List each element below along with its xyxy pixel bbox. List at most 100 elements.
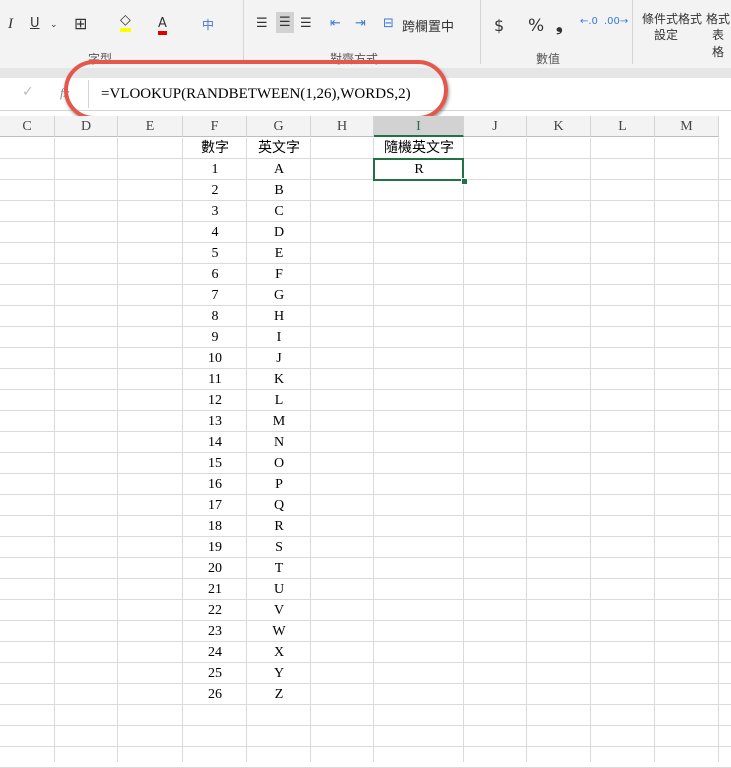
letter-cell[interactable]: S <box>247 537 311 558</box>
letter-cell[interactable]: L <box>247 390 311 411</box>
number-cell[interactable]: 16 <box>183 474 247 495</box>
align-center-icon[interactable]: ☰ <box>276 12 294 33</box>
letter-cell[interactable]: D <box>247 222 311 243</box>
letter-cell[interactable]: Y <box>247 663 311 684</box>
grid-line <box>0 662 731 663</box>
letter-cell[interactable]: V <box>247 600 311 621</box>
phonetic-icon[interactable]: 中 <box>202 16 214 33</box>
letter-cell[interactable]: R <box>247 516 311 537</box>
letter-cell[interactable]: O <box>247 453 311 474</box>
increase-indent-icon[interactable]: ⇥ <box>355 16 366 31</box>
confirm-icon[interactable]: ✓ <box>22 84 34 100</box>
number-cell[interactable]: 9 <box>183 327 247 348</box>
number-cell[interactable]: 8 <box>183 306 247 327</box>
letter-cell[interactable]: Z <box>247 684 311 705</box>
currency-button[interactable]: $ <box>494 16 504 35</box>
number-cell[interactable]: 26 <box>183 684 247 705</box>
letter-cell[interactable]: Q <box>247 495 311 516</box>
merge-icon[interactable]: ⊟ <box>383 16 394 31</box>
number-cell[interactable]: 11 <box>183 369 247 390</box>
number-cell[interactable]: 14 <box>183 432 247 453</box>
decrease-decimal-icon[interactable]: .00→ <box>604 16 628 27</box>
number-cell[interactable]: 21 <box>183 579 247 600</box>
letter-cell[interactable]: F <box>247 264 311 285</box>
underline-button[interactable]: U <box>30 16 40 31</box>
decrease-indent-icon[interactable]: ⇤ <box>330 16 341 31</box>
header-random-letter[interactable]: 隨機英文字 <box>374 138 464 159</box>
fill-color-icon[interactable]: ◇ <box>120 12 131 32</box>
increase-decimal-icon[interactable]: ←.0 <box>580 16 598 27</box>
letter-cell[interactable]: M <box>247 411 311 432</box>
comma-button[interactable]: ❟ <box>556 16 563 36</box>
letter-cell[interactable]: B <box>247 180 311 201</box>
letter-cell[interactable]: A <box>247 159 311 180</box>
letter-cell[interactable]: N <box>247 432 311 453</box>
merge-center-button[interactable]: 跨欄置中 <box>402 16 454 35</box>
grid-line <box>0 158 731 159</box>
italic-button[interactable]: I <box>8 16 13 33</box>
grid-line <box>373 138 374 762</box>
grid-line <box>0 704 731 705</box>
number-cell[interactable]: 25 <box>183 663 247 684</box>
letter-cell[interactable]: C <box>247 201 311 222</box>
column-header-G[interactable]: G <box>247 116 311 137</box>
column-header-M[interactable]: M <box>655 116 719 137</box>
grid-line <box>0 641 731 642</box>
number-cell[interactable]: 19 <box>183 537 247 558</box>
letter-cell[interactable]: H <box>247 306 311 327</box>
letter-cell[interactable]: X <box>247 642 311 663</box>
chevron-down-icon[interactable]: ⌄ <box>50 20 58 30</box>
column-header-F[interactable]: F <box>183 116 247 137</box>
number-cell[interactable]: 13 <box>183 411 247 432</box>
column-header-K[interactable]: K <box>527 116 591 137</box>
letter-cell[interactable]: I <box>247 327 311 348</box>
number-cell[interactable]: 17 <box>183 495 247 516</box>
letter-cell[interactable]: J <box>247 348 311 369</box>
header-letter[interactable]: 英文字 <box>247 138 311 159</box>
header-number[interactable]: 數字 <box>183 138 247 159</box>
number-cell[interactable]: 5 <box>183 243 247 264</box>
number-cell[interactable]: 20 <box>183 558 247 579</box>
letter-cell[interactable]: G <box>247 285 311 306</box>
number-cell[interactable]: 24 <box>183 642 247 663</box>
column-header-D[interactable]: D <box>55 116 118 137</box>
number-cell[interactable]: 15 <box>183 453 247 474</box>
conditional-format-button[interactable]: 條件式格式 <box>642 10 702 27</box>
letter-cell[interactable]: K <box>247 369 311 390</box>
column-header-C[interactable]: C <box>0 116 55 137</box>
number-cell[interactable]: 4 <box>183 222 247 243</box>
number-cell[interactable]: 23 <box>183 621 247 642</box>
fill-handle[interactable] <box>461 178 468 185</box>
grid-line <box>0 683 731 684</box>
number-cell[interactable]: 22 <box>183 600 247 621</box>
grid-line <box>654 138 655 762</box>
number-cell[interactable]: 7 <box>183 285 247 306</box>
grid-line <box>0 200 731 201</box>
number-cell[interactable]: 1 <box>183 159 247 180</box>
letter-cell[interactable]: E <box>247 243 311 264</box>
number-cell[interactable]: 6 <box>183 264 247 285</box>
number-cell[interactable]: 12 <box>183 390 247 411</box>
column-header-J[interactable]: J <box>464 116 527 137</box>
align-right-icon[interactable]: ☰ <box>300 16 312 31</box>
column-header-E[interactable]: E <box>118 116 183 137</box>
active-cell[interactable] <box>373 158 464 181</box>
borders-icon[interactable]: ⊞ <box>74 14 87 33</box>
letter-cell[interactable]: T <box>247 558 311 579</box>
number-cell[interactable]: 3 <box>183 201 247 222</box>
column-header-H[interactable]: H <box>311 116 374 137</box>
number-cell[interactable]: 18 <box>183 516 247 537</box>
column-header-I[interactable]: I <box>374 116 464 137</box>
ribbon: I U ⌄ ⊞ ◇ A 中 字型 ☰ ☰ ☰ ⇤ ⇥ ⊟ 跨欄置中 對齊方式 $… <box>0 0 731 69</box>
font-color-button[interactable]: A <box>158 16 167 35</box>
percent-button[interactable]: % <box>528 16 544 36</box>
letter-cell[interactable]: U <box>247 579 311 600</box>
letter-cell[interactable]: P <box>247 474 311 495</box>
align-left-icon[interactable]: ☰ <box>256 16 268 31</box>
grid-line <box>117 138 118 762</box>
number-cell[interactable]: 10 <box>183 348 247 369</box>
number-cell[interactable]: 2 <box>183 180 247 201</box>
column-header-L[interactable]: L <box>591 116 655 137</box>
format-table-button[interactable]: 格式 <box>706 10 730 27</box>
letter-cell[interactable]: W <box>247 621 311 642</box>
